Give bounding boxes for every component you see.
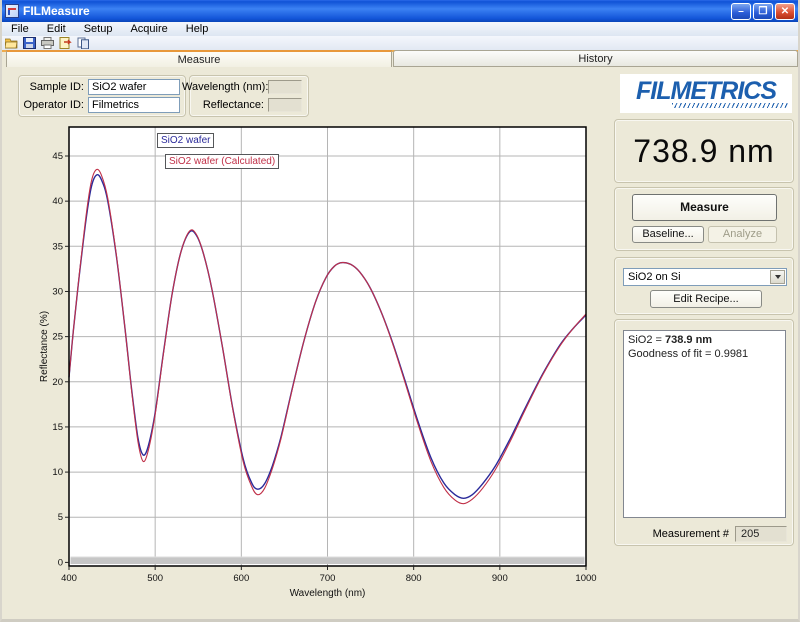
- logo-text: FILMETRICS: [636, 79, 776, 103]
- measurement-number-label: Measurement #: [639, 528, 729, 540]
- legend-calculated-label: SiO2 wafer (Calculated): [169, 156, 275, 167]
- menu-help[interactable]: Help: [177, 23, 218, 35]
- analyze-button: Analyze: [708, 226, 777, 243]
- chevron-down-icon[interactable]: [770, 270, 785, 284]
- menu-edit[interactable]: Edit: [38, 23, 75, 35]
- minimize-button[interactable]: –: [731, 3, 751, 20]
- save-icon[interactable]: [23, 37, 36, 49]
- baseline-button[interactable]: Baseline...: [632, 226, 704, 243]
- filmetrics-logo: FILMETRICS: [620, 74, 792, 113]
- menu-setup[interactable]: Setup: [75, 23, 122, 35]
- edit-recipe-button[interactable]: Edit Recipe...: [650, 290, 762, 308]
- tab-history-label: History: [578, 53, 612, 65]
- svg-text:20: 20: [52, 377, 63, 388]
- svg-text:500: 500: [147, 573, 163, 584]
- legend-calculated: SiO2 wafer (Calculated): [165, 154, 279, 169]
- chart-canvas: 0 5 10 15 20 25 30 35 40 45 400 500 600 700 800 900 1000…: [37, 120, 602, 602]
- recipe-dropdown[interactable]: SiO2 on Si: [623, 268, 787, 286]
- svg-text:5: 5: [58, 512, 63, 523]
- sample-id-label: Sample ID:: [24, 81, 84, 93]
- svg-text:10: 10: [52, 467, 63, 478]
- maximize-button[interactable]: ❐: [753, 3, 773, 20]
- svg-text:Wavelength (nm): Wavelength (nm): [290, 588, 366, 599]
- svg-text:30: 30: [52, 286, 63, 297]
- svg-text:25: 25: [52, 332, 63, 343]
- operator-id-label: Operator ID:: [20, 99, 84, 111]
- legend-measured-label: SiO2 wafer: [161, 135, 210, 146]
- reflectance-label: Reflectance:: [182, 99, 264, 111]
- menu-file[interactable]: File: [2, 23, 38, 35]
- thickness-readout: 738.9 nm: [614, 119, 794, 183]
- result-line-goodness: Goodness of fit = 0.9981: [628, 347, 781, 361]
- svg-text:700: 700: [320, 573, 336, 584]
- copy-icon[interactable]: [77, 37, 90, 49]
- wavelength-label: Wavelength (nm):: [182, 81, 264, 93]
- close-button[interactable]: ✕: [775, 3, 795, 20]
- app-icon: [5, 4, 19, 18]
- svg-text:1000: 1000: [575, 573, 596, 584]
- measure-button[interactable]: Measure: [632, 194, 777, 221]
- svg-text:35: 35: [52, 241, 63, 252]
- tab-history[interactable]: History: [393, 50, 798, 67]
- reflectance-value: [268, 98, 302, 112]
- print-icon[interactable]: [41, 37, 54, 49]
- svg-text:40: 40: [52, 196, 63, 207]
- menu-acquire[interactable]: Acquire: [121, 23, 176, 35]
- svg-text:800: 800: [406, 573, 422, 584]
- svg-text:600: 600: [233, 573, 249, 584]
- svg-text:Reflectance (%): Reflectance (%): [39, 311, 50, 382]
- operator-id-input[interactable]: [88, 97, 180, 113]
- measurement-number-value: 205: [735, 526, 787, 542]
- tab-measure[interactable]: Measure: [6, 50, 392, 67]
- open-folder-icon[interactable]: [5, 37, 18, 49]
- tab-measure-label: Measure: [178, 54, 221, 66]
- title-bar: FILMeasure – ❐ ✕: [2, 0, 798, 22]
- result-thickness-value: 738.9 nm: [665, 334, 712, 346]
- recipe-selected-value: SiO2 on Si: [628, 271, 681, 283]
- spectrum-chart[interactable]: 0 5 10 15 20 25 30 35 40 45 400 500 600 700 800 900 1000…: [37, 120, 602, 602]
- svg-text:900: 900: [492, 573, 508, 584]
- window-title: FILMeasure: [23, 4, 729, 18]
- svg-text:15: 15: [52, 422, 63, 433]
- export-icon[interactable]: [59, 37, 72, 49]
- result-thickness-prefix: SiO2 =: [628, 334, 665, 346]
- wavelength-value: [268, 80, 302, 94]
- results-box: SiO2 = 738.9 nm Goodness of fit = 0.9981: [623, 330, 786, 518]
- logo-hatch-stripe: [672, 103, 788, 108]
- legend-measured: SiO2 wafer: [157, 133, 214, 148]
- result-line-thickness: SiO2 = 738.9 nm: [628, 333, 781, 347]
- app-window: FILMeasure – ❐ ✕ File Edit Setup Acquire…: [0, 0, 800, 622]
- menu-bar: File Edit Setup Acquire Help: [2, 22, 798, 36]
- svg-text:400: 400: [61, 573, 77, 584]
- sample-id-input[interactable]: [88, 79, 180, 95]
- svg-text:0: 0: [58, 557, 63, 568]
- results-group: SiO2 = 738.9 nm Goodness of fit = 0.9981…: [614, 319, 794, 546]
- toolbar: [2, 36, 798, 50]
- svg-text:45: 45: [52, 151, 63, 162]
